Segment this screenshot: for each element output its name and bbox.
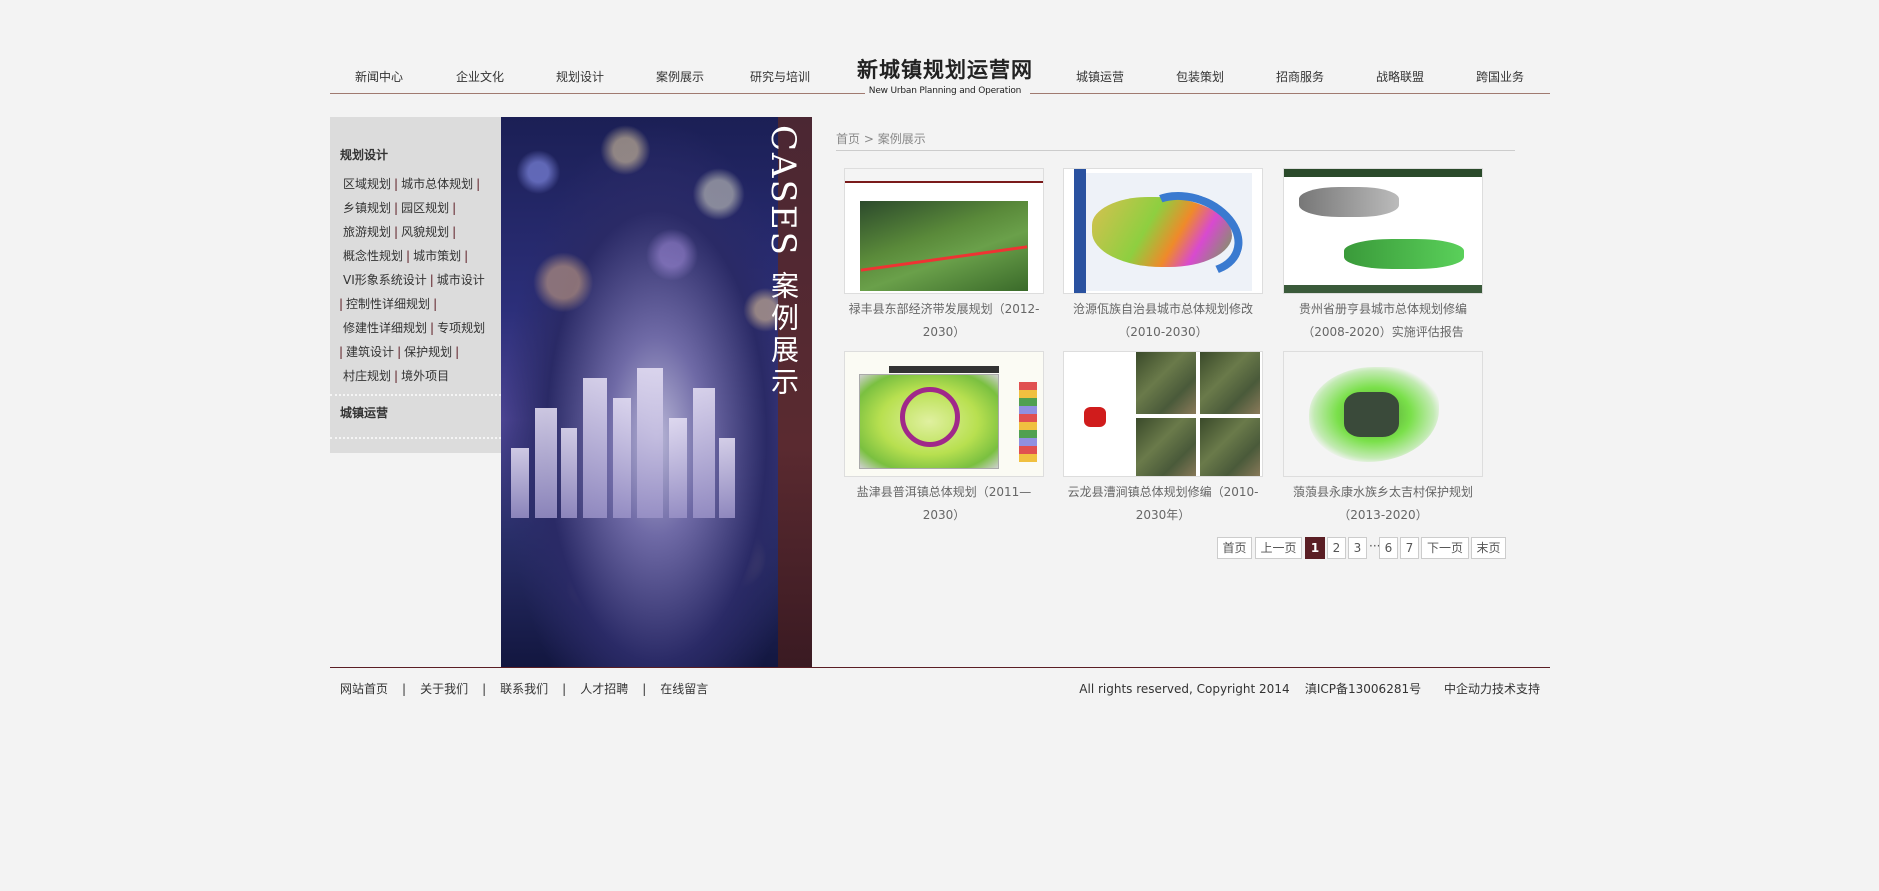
top-nav: 新闻中心 企业文化 规划设计 案例展示 研究与培训 新城镇规划运营网 New U… [330, 54, 1550, 96]
case-caption[interactable]: 蒗蒗县永康水族乡太吉村保护规划 （2013-2020） [1283, 481, 1483, 527]
breadcrumb-separator: > [863, 132, 874, 146]
banner-title-cn: 案例展示 [767, 270, 800, 399]
footer-link-about[interactable]: 关于我们 [420, 682, 468, 696]
pagination-last[interactable]: 末页 [1471, 537, 1506, 559]
case-thumbnail[interactable] [844, 351, 1044, 477]
case-card[interactable]: 蒗蒗县永康水族乡太吉村保护规划 （2013-2020） [1283, 351, 1483, 527]
nav-item-culture[interactable]: 企业文化 [456, 68, 504, 85]
sidebar-link-regulatory[interactable]: 控制性详细规划 [346, 297, 430, 311]
case-caption[interactable]: 云龙县漕涧镇总体规划修编（2010- 2030年） [1063, 481, 1263, 527]
nav-divider-right [1030, 93, 1550, 94]
nav-item-packaging[interactable]: 包装策划 [1176, 68, 1224, 85]
pagination: 首页 上一页 1 2 3 ··· 6 7 下一页 末页 [330, 537, 1550, 559]
pagination-page[interactable]: 3 [1348, 537, 1367, 559]
sidebar-link-special[interactable]: 专项规划 [437, 321, 485, 335]
sidebar-link-architecture[interactable]: 建筑设计 [346, 345, 394, 359]
case-caption[interactable]: 禄丰县东部经济带发展规划（2012- 2030） [844, 298, 1044, 344]
sidebar-link-vi[interactable]: VI形象系统设计 [343, 273, 427, 287]
nav-item-news[interactable]: 新闻中心 [355, 68, 403, 85]
pagination-page-current[interactable]: 1 [1305, 537, 1325, 559]
nav-item-operation[interactable]: 城镇运营 [1076, 68, 1124, 85]
nav-item-research[interactable]: 研究与培训 [750, 68, 810, 85]
sidebar-link-tourism[interactable]: 旅游规划 [343, 225, 391, 239]
sidebar-divider [330, 394, 501, 396]
case-thumbnail[interactable] [1063, 168, 1263, 294]
footer-info: All rights reserved, Copyright 2014 滇ICP… [1079, 680, 1540, 697]
sidebar-link-regional[interactable]: 区域规划 [343, 177, 391, 191]
breadcrumb-current: 案例展示 [877, 132, 926, 146]
footer-icp[interactable]: 滇ICP备13006281号 [1305, 682, 1421, 696]
sidebar: 规划设计 区域规划 | 城市总体规划 | 乡镇规划 | 园区规划 | 旅游规划 | 风貌规划 | … [330, 117, 501, 453]
pagination-page[interactable]: 6 [1379, 537, 1398, 559]
case-card[interactable]: 沧源佤族自治县城市总体规划修改 （2010-2030） [1063, 168, 1263, 344]
logo-title: 新城镇规划运营网 [857, 57, 1033, 82]
breadcrumb-home[interactable]: 首页 [836, 132, 860, 146]
sidebar-section-operation[interactable]: 城镇运营 [340, 404, 388, 421]
case-card[interactable]: 禄丰县东部经济带发展规划（2012- 2030） [844, 168, 1044, 344]
sidebar-divider [330, 437, 501, 439]
sidebar-link-constructive[interactable]: 修建性详细规划 [343, 321, 427, 335]
sidebar-link-urban-design[interactable]: 城市设计 [437, 273, 485, 287]
footer-link-jobs[interactable]: 人才招聘 [580, 682, 628, 696]
sidebar-link-city-strategy[interactable]: 城市策划 [413, 249, 461, 263]
case-thumbnail[interactable] [844, 168, 1044, 294]
case-caption[interactable]: 沧源佤族自治县城市总体规划修改 （2010-2030） [1063, 298, 1263, 344]
pagination-prev[interactable]: 上一页 [1255, 537, 1302, 559]
footer-link-message[interactable]: 在线留言 [660, 682, 708, 696]
pagination-page[interactable]: 7 [1400, 537, 1419, 559]
footer-copyright: All rights reserved, Copyright 2014 [1079, 682, 1290, 696]
case-card[interactable]: 云龙县漕涧镇总体规划修编（2010- 2030年） [1063, 351, 1263, 527]
case-thumbnail[interactable] [1283, 351, 1483, 477]
nav-item-investment[interactable]: 招商服务 [1276, 68, 1324, 85]
cases-banner-image: CASES 案例展示 [501, 117, 812, 668]
site-logo[interactable]: 新城镇规划运营网 New Urban Planning and Operatio… [850, 54, 1040, 96]
city-skyline-graphic [501, 348, 741, 518]
nav-item-international[interactable]: 跨国业务 [1476, 68, 1524, 85]
sidebar-link-style[interactable]: 风貌规划 [401, 225, 449, 239]
footer-links: 网站首页 | 关于我们 | 联系我们 | 人才招聘 | 在线留言 [340, 682, 709, 696]
nav-item-planning[interactable]: 规划设计 [556, 68, 604, 85]
case-card[interactable]: 贵州省册亨县城市总体规划修编 （2008-2020）实施评估报告 [1283, 168, 1483, 344]
pagination-first[interactable]: 首页 [1217, 537, 1252, 559]
case-thumbnail[interactable] [1063, 351, 1263, 477]
case-thumbnail[interactable] [1283, 168, 1483, 294]
nav-divider-left [330, 93, 865, 94]
footer-link-home[interactable]: 网站首页 [340, 682, 388, 696]
nav-item-alliance[interactable]: 战略联盟 [1376, 68, 1424, 85]
sidebar-link-township[interactable]: 乡镇规划 [343, 201, 391, 215]
pagination-page[interactable]: 2 [1327, 537, 1346, 559]
footer-divider [330, 667, 1550, 668]
sidebar-link-protection[interactable]: 保护规划 [404, 345, 452, 359]
sidebar-link-village[interactable]: 村庄规划 [343, 369, 391, 383]
sidebar-link-concept[interactable]: 概念性规划 [343, 249, 403, 263]
sidebar-link-park[interactable]: 园区规划 [401, 201, 449, 215]
case-caption[interactable]: 盐津县普洱镇总体规划（2011— 2030） [844, 481, 1044, 527]
breadcrumb-divider [836, 150, 1515, 151]
sidebar-section-planning[interactable]: 规划设计 [340, 146, 388, 163]
breadcrumb: 首页 > 案例展示 [836, 130, 926, 147]
banner-title: CASES 案例展示 [763, 125, 803, 399]
logo-subtitle: New Urban Planning and Operation [868, 86, 1022, 96]
banner-title-en: CASES [763, 125, 803, 257]
case-card[interactable]: 盐津县普洱镇总体规划（2011— 2030） [844, 351, 1044, 527]
sidebar-link-overseas[interactable]: 境外项目 [401, 369, 449, 383]
case-caption[interactable]: 贵州省册亨县城市总体规划修编 （2008-2020）实施评估报告 [1283, 298, 1483, 344]
pagination-next[interactable]: 下一页 [1421, 537, 1469, 559]
footer-link-contact[interactable]: 联系我们 [500, 682, 548, 696]
footer-support[interactable]: 中企动力技术支持 [1444, 682, 1540, 696]
sidebar-link-city-master[interactable]: 城市总体规划 [401, 177, 473, 191]
nav-item-cases[interactable]: 案例展示 [656, 68, 704, 85]
